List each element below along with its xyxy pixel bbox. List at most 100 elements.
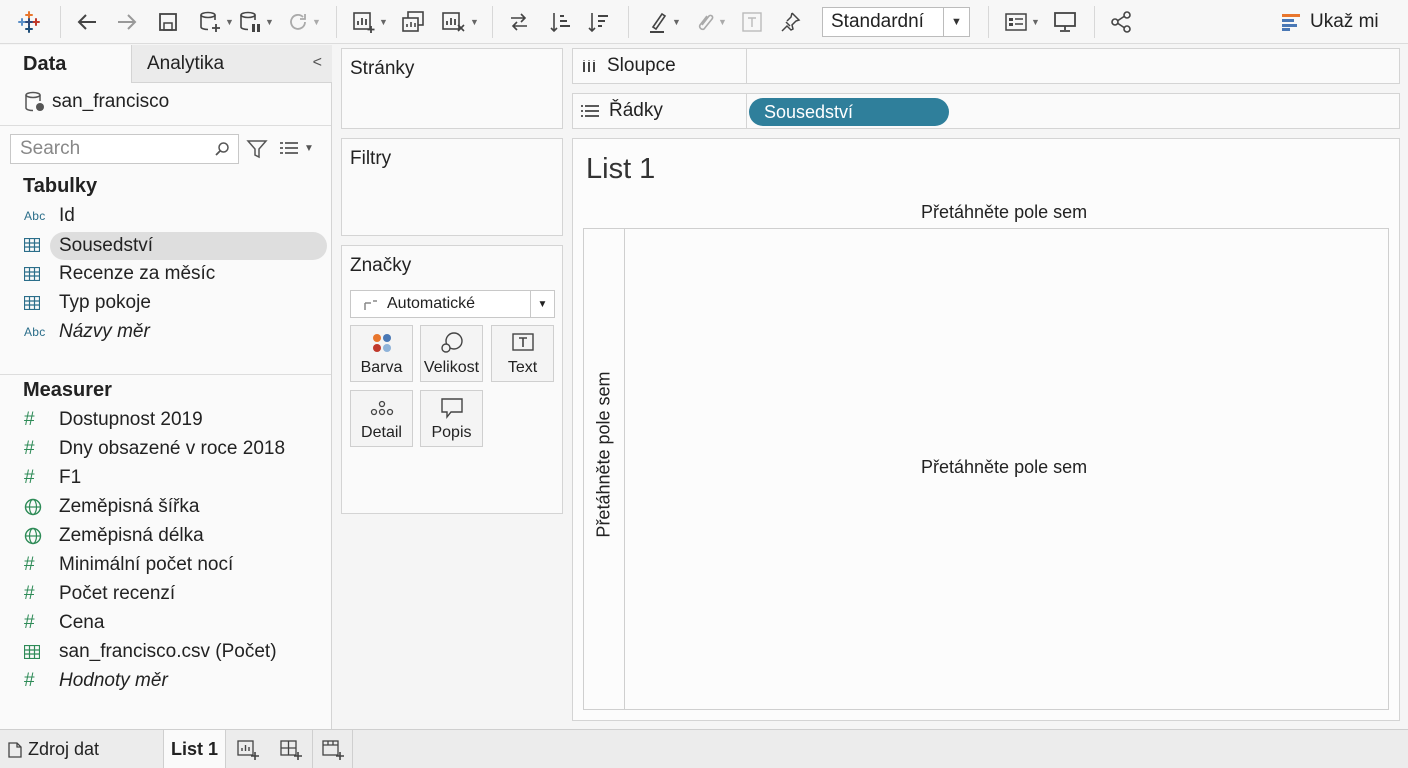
drop-zone-rows-label: Přetáhněte pole sem xyxy=(593,371,614,538)
measure-item[interactable]: # Dny obsazené v roce 2018 xyxy=(24,435,285,463)
redo-icon[interactable] xyxy=(112,8,142,36)
show-mark-labels-icon[interactable] xyxy=(738,8,766,36)
tab-sheet-1[interactable]: List 1 xyxy=(163,730,226,768)
field-label: Počet recenzí xyxy=(59,583,176,604)
mark-type-select[interactable]: Automatické ▼ xyxy=(350,290,555,318)
field-item[interactable]: Abc Id xyxy=(24,202,75,230)
field-label: Sousedství xyxy=(59,235,153,256)
view-options-icon[interactable]: ▼ xyxy=(280,141,314,155)
new-dashboard-icon[interactable] xyxy=(280,740,302,765)
swap-rows-columns-icon[interactable] xyxy=(504,8,534,36)
color-button[interactable]: Barva xyxy=(350,325,413,382)
drop-zone-view-label: Přetáhněte pole sem xyxy=(921,457,1088,477)
field-label: Zeměpisná délka xyxy=(59,525,204,546)
fix-axes-icon[interactable] xyxy=(776,8,804,36)
show-me-icon xyxy=(1282,14,1300,31)
field-item[interactable]: Abc Názvy měr xyxy=(24,318,150,346)
measure-item[interactable]: # Hodnoty měr xyxy=(24,667,168,695)
show-me-button[interactable]: Ukaž mi xyxy=(1282,8,1379,36)
field-label: Hodnoty měr xyxy=(59,670,168,691)
measure-item[interactable]: san_francisco.csv (Počet) xyxy=(24,638,277,666)
duplicate-sheet-icon[interactable] xyxy=(398,8,428,36)
text-button[interactable]: Text xyxy=(491,325,554,382)
tab-data[interactable]: Data xyxy=(0,45,131,83)
text-icon xyxy=(511,329,534,357)
new-story-icon[interactable] xyxy=(322,740,344,765)
field-item[interactable]: Typ pokoje xyxy=(24,289,151,317)
rows-pill-sousedstvi[interactable]: Sousedství xyxy=(749,98,949,126)
hash-icon: # xyxy=(24,612,35,633)
color-icon xyxy=(371,329,393,357)
marks-card: Značky Automatické ▼ Barva Velikost Text… xyxy=(341,245,563,514)
presentation-mode-icon[interactable] xyxy=(1050,8,1080,36)
show-cards-icon[interactable]: ▼ xyxy=(1000,8,1044,36)
columns-shelf[interactable]: Sloupce xyxy=(572,48,1400,84)
hash-icon: # xyxy=(24,467,35,488)
pages-card[interactable]: Stránky xyxy=(341,48,563,129)
chevron-down-icon[interactable]: ▼ xyxy=(530,291,554,317)
hash-icon: # xyxy=(24,438,35,459)
rows-label: Řádky xyxy=(609,100,663,121)
refresh-icon[interactable]: ▼ xyxy=(282,8,326,36)
tab-analytics[interactable]: Analytika < xyxy=(131,45,332,83)
field-item[interactable]: Recenze za měsíc xyxy=(24,260,215,288)
drop-zone-columns-label: Přetáhněte pole sem xyxy=(921,202,1088,222)
sort-ascending-icon[interactable] xyxy=(546,8,576,36)
measure-item[interactable]: # Dostupnost 2019 xyxy=(24,406,203,434)
detail-label: Detail xyxy=(361,424,402,441)
color-label: Barva xyxy=(360,359,403,376)
group-members-icon[interactable]: ▼ xyxy=(688,8,732,36)
detail-button[interactable]: Detail xyxy=(350,390,413,447)
new-worksheet-icon[interactable]: ▼ xyxy=(348,8,392,36)
measure-item[interactable]: # Minimální počet nocí xyxy=(24,551,233,579)
new-worksheet-icon[interactable] xyxy=(237,740,259,765)
measure-item[interactable]: Zeměpisná šířka xyxy=(24,493,199,521)
measure-item[interactable]: # F1 xyxy=(24,464,81,492)
show-me-label: Ukaž mi xyxy=(1310,11,1379,32)
undo-icon[interactable] xyxy=(72,8,102,36)
clear-sheet-icon[interactable]: ▼ xyxy=(438,8,482,36)
columns-label: Sloupce xyxy=(607,55,676,76)
share-icon[interactable] xyxy=(1106,8,1136,36)
data-pane: Data Analytika < san_francisco Search ▼ … xyxy=(0,45,332,729)
measure-item[interactable]: # Cena xyxy=(24,609,104,637)
view-canvas: List 1 Přetáhněte pole sem Přetáhněte po… xyxy=(572,138,1400,721)
detail-icon xyxy=(370,394,394,422)
search-placeholder: Search xyxy=(20,138,81,159)
tooltip-button[interactable]: Popis xyxy=(420,390,483,447)
datasource-name: san_francisco xyxy=(52,91,170,112)
page-icon xyxy=(8,741,22,758)
abc-icon: Abc xyxy=(24,325,46,339)
divider xyxy=(312,730,313,768)
columns-shelf-label: Sloupce xyxy=(573,49,747,83)
measure-item[interactable]: Zeměpisná délka xyxy=(24,522,204,550)
sheet-title[interactable]: List 1 xyxy=(586,153,655,186)
rows-shelf[interactable]: Řádky Sousedství xyxy=(572,93,1400,129)
field-highlight[interactable]: Sousedství xyxy=(50,232,327,260)
datasource-item[interactable]: san_francisco xyxy=(24,91,169,113)
datasource-tab[interactable]: Zdroj dat xyxy=(8,730,99,768)
pause-updates-icon[interactable]: ▼ xyxy=(234,8,278,36)
new-datasource-icon[interactable]: ▼ xyxy=(194,8,238,36)
fit-select-value: Standardní xyxy=(831,11,924,32)
mark-type-value: Automatické xyxy=(387,295,476,312)
search-icon xyxy=(215,142,229,156)
divider xyxy=(352,730,353,768)
sort-descending-icon[interactable] xyxy=(584,8,614,36)
fit-select[interactable]: Standardní ▼ xyxy=(822,7,970,37)
filters-card[interactable]: Filtry xyxy=(341,138,563,236)
database-icon xyxy=(25,91,44,112)
toolbar: ▼ ▼ ▼ ▼ ▼ ▼ ▼ Standardní ▼ ▼ Ukaž mi xyxy=(0,0,1408,44)
chevron-down-icon[interactable]: ▼ xyxy=(943,8,969,36)
size-button[interactable]: Velikost xyxy=(420,325,483,382)
save-icon[interactable] xyxy=(154,8,182,36)
collapse-pane-icon[interactable]: < xyxy=(313,54,322,72)
hash-icon: # xyxy=(24,409,35,430)
size-icon xyxy=(440,329,464,357)
tooltip-icon xyxy=(440,394,464,422)
field-label: Názvy měr xyxy=(59,321,150,342)
search-input[interactable]: Search xyxy=(10,134,239,164)
filter-icon[interactable] xyxy=(246,138,268,165)
measure-item[interactable]: # Počet recenzí xyxy=(24,580,175,608)
highlight-icon[interactable]: ▼ xyxy=(642,8,686,36)
